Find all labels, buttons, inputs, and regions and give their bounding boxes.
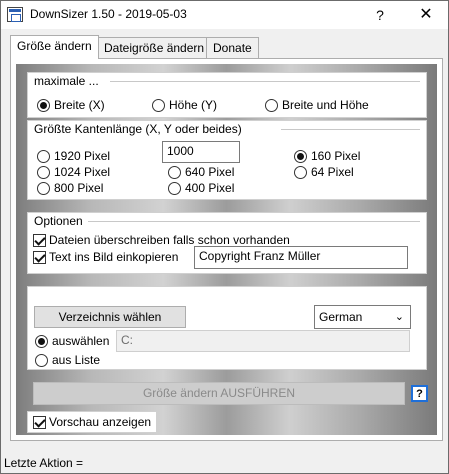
radio-64-label: 64 Pixel — [311, 165, 354, 179]
radio-aus-liste-label: aus Liste — [52, 353, 101, 367]
radio-640[interactable] — [168, 166, 181, 179]
help-button[interactable]: ? — [411, 385, 428, 402]
preview-box: Vorschau anzeigen — [27, 411, 157, 433]
radio-auswaehlen-label: auswählen — [52, 334, 110, 348]
radio-640-label: 640 Pixel — [185, 165, 235, 179]
options-title: Optionen — [34, 214, 83, 228]
copy-text-checkbox[interactable] — [33, 251, 46, 264]
choose-directory-button[interactable]: Verzeichnis wählen — [34, 306, 186, 328]
max-dimension-title: maximale ... — [34, 74, 99, 88]
radio-breite-und-hoehe-label: Breite und Höhe — [282, 98, 369, 112]
tab-donate[interactable]: Donate — [206, 37, 259, 59]
radio-breite-und-hoehe[interactable] — [265, 99, 278, 112]
copy-text-label: Text ins Bild einkopieren — [49, 250, 179, 264]
radio-1024-label: 1024 Pixel — [54, 165, 111, 179]
radio-1920[interactable] — [37, 150, 50, 163]
overwrite-checkbox[interactable] — [33, 234, 46, 247]
group-divider — [281, 129, 420, 130]
radio-800-label: 800 Pixel — [54, 181, 104, 195]
options-group: Optionen Dateien überschreiben falls sch… — [27, 212, 427, 274]
radio-800[interactable] — [37, 182, 50, 195]
edge-length-group: Größte Kantenlänge (X, Y oder beides) 19… — [27, 120, 427, 200]
radio-400-label: 400 Pixel — [185, 181, 235, 195]
radio-hoehe-label: Höhe (Y) — [169, 98, 218, 112]
metal-background: maximale ... Breite (X) Höhe (Y) Breite … — [16, 64, 437, 435]
edge-length-title: Größte Kantenlänge (X, Y oder beides) — [34, 122, 242, 136]
group-divider — [88, 221, 420, 222]
radio-160-label: 160 Pixel — [311, 149, 361, 163]
title-help-button[interactable]: ? — [365, 4, 395, 26]
language-select[interactable]: German ⌄ — [314, 305, 411, 329]
tab-panel: maximale ... Breite (X) Höhe (Y) Breite … — [10, 58, 443, 441]
window-title: DownSizer 1.50 - 2019-05-03 — [30, 7, 187, 21]
radio-64[interactable] — [294, 166, 307, 179]
preview-label: Vorschau anzeigen — [49, 415, 152, 429]
radio-hoehe[interactable] — [152, 99, 165, 112]
radio-breite-label: Breite (X) — [54, 98, 105, 112]
tab-groesse-aendern[interactable]: Größe ändern — [10, 35, 99, 59]
group-divider — [110, 81, 420, 82]
radio-aus-liste[interactable] — [35, 354, 48, 367]
radio-400[interactable] — [168, 182, 181, 195]
max-dimension-group: maximale ... Breite (X) Höhe (Y) Breite … — [27, 72, 427, 118]
app-icon — [7, 7, 23, 22]
custom-edge-input[interactable]: 1000 — [162, 141, 240, 163]
radio-1920-label: 1920 Pixel — [54, 149, 111, 163]
radio-breite[interactable] — [37, 99, 50, 112]
radio-160[interactable] — [294, 150, 307, 163]
overwrite-label: Dateien überschreiben falls schon vorhan… — [49, 233, 290, 247]
status-text: Letzte Aktion = — [4, 456, 84, 470]
title-bar[interactable]: DownSizer 1.50 - 2019-05-03 ? ✕ — [1, 1, 448, 29]
directory-group: Verzeichnis wählen German ⌄ auswählen C:… — [27, 286, 427, 370]
execute-resize-button[interactable]: Größe ändern AUSFÜHREN — [33, 382, 405, 405]
radio-1024[interactable] — [37, 166, 50, 179]
chevron-down-icon: ⌄ — [394, 311, 404, 323]
preview-checkbox[interactable] — [33, 416, 46, 429]
tab-dateigroesse-aendern[interactable]: Dateigröße ändern — [97, 37, 212, 59]
close-button[interactable]: ✕ — [409, 4, 443, 26]
radio-auswaehlen[interactable] — [35, 335, 48, 348]
path-input[interactable]: C: — [116, 330, 410, 352]
copy-text-input[interactable]: Copyright Franz Müller — [194, 246, 408, 269]
app-window: DownSizer 1.50 - 2019-05-03 ? ✕ Größe än… — [0, 0, 449, 474]
language-value: German — [319, 310, 363, 324]
